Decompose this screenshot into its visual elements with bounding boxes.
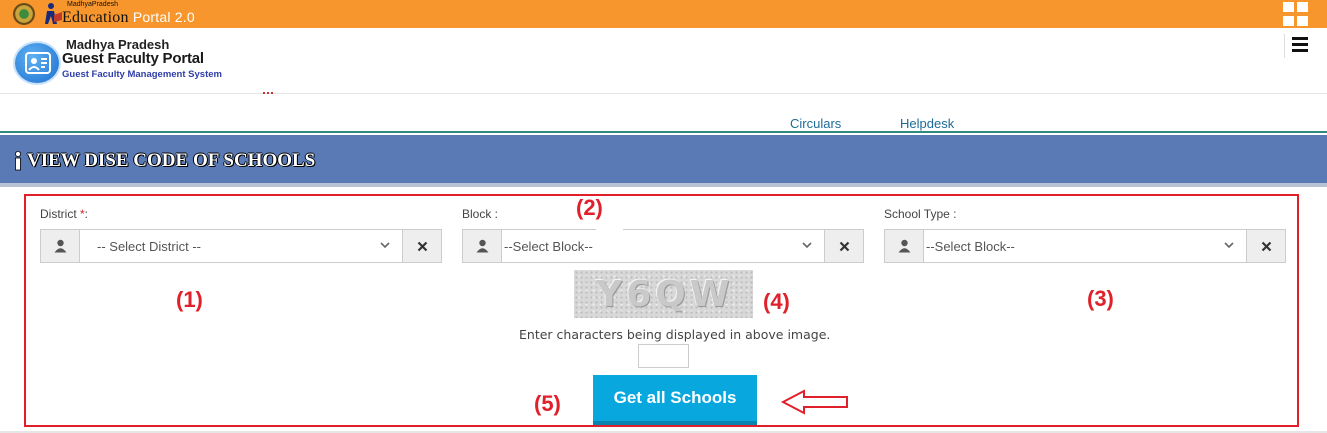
clear-x-icon[interactable]	[824, 230, 863, 262]
top-bar: MadhyaPradesh Education Portal 2.0	[0, 0, 1327, 28]
portal-header: Madhya Pradesh Guest Faculty Portal Gues…	[0, 28, 1327, 94]
block-label: Block :	[462, 207, 499, 221]
captcha-input[interactable]	[638, 344, 689, 368]
chevron-down-icon	[802, 242, 812, 249]
block-select-value: --Select Block--	[504, 239, 593, 254]
header-portal-name: Guest Faculty Portal	[62, 50, 204, 67]
annotation-3: (3)	[1087, 286, 1114, 311]
section-title: VIEW DISE CODE OF SCHOOLS	[12, 150, 315, 172]
info-icon	[15, 151, 21, 171]
captcha-image: Y6QW	[574, 270, 753, 318]
brand-version-text: Portal 2.0	[132, 9, 195, 25]
chevron-down-icon	[380, 242, 390, 249]
user-icon	[885, 230, 924, 262]
nav-links-bar: Circulars Helpdesk	[0, 95, 1327, 133]
hamburger-menu-icon[interactable]	[1284, 34, 1314, 58]
captcha-hint: Enter characters being displayed in abov…	[519, 327, 831, 342]
annotation-4: (4)	[763, 289, 790, 314]
brand-title: Education Portal 2.0	[62, 9, 195, 27]
apps-grid-icon[interactable]	[1283, 2, 1308, 26]
captcha-image-text: Y6QW	[596, 274, 734, 315]
section-title-text: VIEW DISE CODE OF SCHOOLS	[27, 150, 316, 171]
district-select-value: -- Select District --	[97, 239, 201, 254]
brand-small-text: MadhyaPradesh	[67, 1, 118, 8]
clear-x-icon[interactable]	[1246, 230, 1285, 262]
nav-link-circulars[interactable]: Circulars	[790, 116, 841, 131]
chevron-down-icon	[1224, 242, 1234, 249]
block-select[interactable]: --Select Block--	[462, 229, 864, 263]
brand-main-text: Education	[62, 9, 129, 26]
faculty-portal-logo-icon[interactable]	[13, 41, 61, 85]
get-all-schools-button[interactable]: Get all Schools	[593, 375, 757, 425]
arrow-left-icon	[780, 389, 848, 415]
header-system-name: Guest Faculty Management System	[62, 69, 222, 80]
clear-x-icon[interactable]	[402, 230, 441, 262]
annotation-5: (5)	[534, 391, 561, 416]
section-header: VIEW DISE CODE OF SCHOOLS	[0, 135, 1327, 187]
overlay-patch	[596, 227, 623, 239]
school-type-select[interactable]: --Select Block--	[884, 229, 1286, 263]
district-label: District *:	[40, 207, 89, 221]
school-type-select-value: --Select Block--	[926, 239, 1015, 254]
user-icon	[463, 230, 502, 262]
annotation-1: (1)	[176, 287, 203, 312]
education-reader-icon	[45, 3, 62, 24]
state-seal-icon	[13, 3, 35, 25]
nav-link-helpdesk[interactable]: Helpdesk	[900, 116, 954, 131]
annotation-2: (2)	[576, 195, 603, 220]
district-select[interactable]: -- Select District --	[40, 229, 442, 263]
school-type-label: School Type :	[884, 207, 957, 221]
user-icon	[41, 230, 80, 262]
